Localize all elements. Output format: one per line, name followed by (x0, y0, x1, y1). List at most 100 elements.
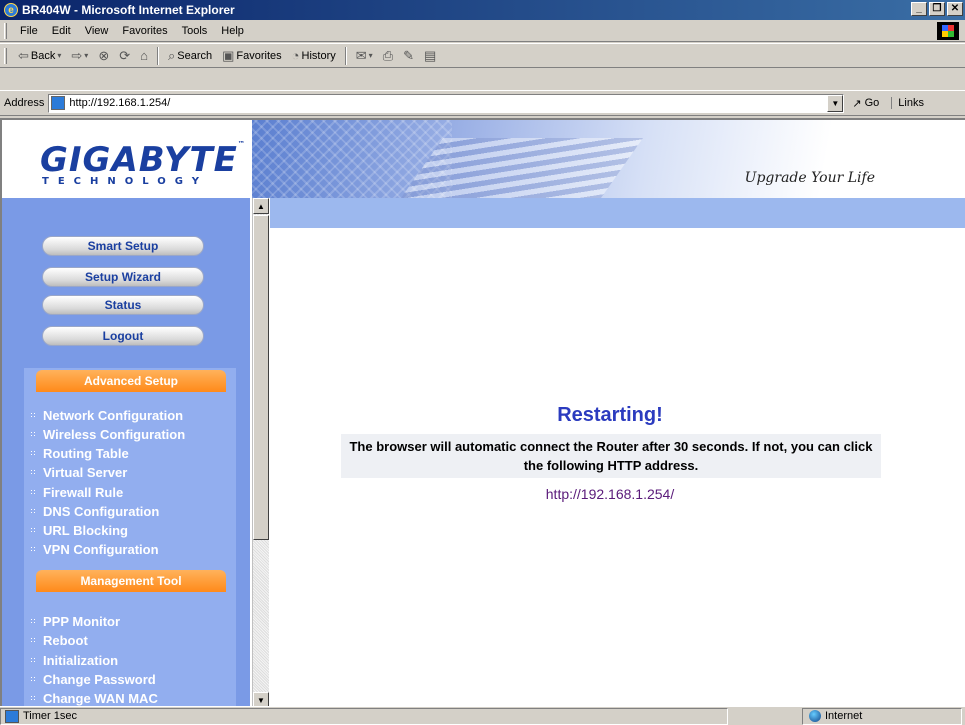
menu-tools[interactable]: Tools (175, 25, 215, 37)
bullet-icon (30, 676, 37, 683)
page-icon (5, 709, 19, 723)
home-button[interactable]: ⌂ (135, 48, 153, 63)
back-arrow-icon: ⇦ (18, 47, 29, 63)
address-dropdown-button[interactable]: ▼ (827, 94, 844, 112)
address-label: Address (4, 97, 45, 109)
menu-help[interactable]: Help (214, 25, 251, 37)
scroll-thumb[interactable] (253, 215, 269, 540)
smart-setup-button[interactable]: Smart Setup (42, 236, 204, 256)
status-button[interactable]: Status (42, 295, 204, 315)
address-input[interactable]: http://192.168.1.254/ ▼ (48, 93, 845, 113)
sidebar-item-vpn-configuration[interactable]: VPN Configuration (30, 540, 159, 559)
main-content: Restarting! The browser will automatic c… (270, 228, 965, 706)
search-icon: ⌕ (167, 47, 176, 63)
minimize-button[interactable]: _ (911, 2, 927, 16)
status-text: Timer 1sec (23, 710, 77, 722)
search-button[interactable]: ⌕ Search (163, 48, 217, 64)
browser-viewport: GIGABYTE™ TECHNOLOGY Upgrade Your Life S… (0, 118, 965, 706)
back-button[interactable]: ⇦ Back ▾ (13, 48, 66, 64)
window-title: BR404W - Microsoft Internet Explorer (22, 3, 235, 17)
sidebar-scrollbar[interactable]: ▲ ▼ (252, 198, 269, 706)
scroll-up-button[interactable]: ▲ (253, 198, 269, 214)
mail-button[interactable]: ✉ ▾ (351, 48, 378, 64)
edit-button[interactable]: ✎ (398, 48, 419, 64)
scroll-down-button[interactable]: ▼ (253, 692, 269, 706)
dropdown-arrow-icon: ▾ (368, 51, 373, 60)
sidebar-item-ppp-monitor[interactable]: PPP Monitor (30, 612, 120, 631)
window-title-bar: e BR404W - Microsoft Internet Explorer _… (0, 0, 965, 20)
sidebar-item-routing-table[interactable]: Routing Table (30, 444, 129, 463)
bullet-icon (30, 527, 37, 534)
back-label: Back (30, 49, 56, 62)
discuss-button[interactable]: ▤ (419, 48, 441, 64)
sidebar-item-initialization[interactable]: Initialization (30, 651, 118, 670)
bullet-icon (30, 695, 37, 702)
toolbar-separator (344, 46, 347, 65)
favorites-button[interactable]: ▣ Favorites (217, 48, 287, 64)
sidebar-item-network-configuration[interactable]: Network Configuration (30, 406, 183, 425)
sidebar-item-change-wan-mac[interactable]: Change WAN MAC (30, 689, 158, 706)
address-bar: Address http://192.168.1.254/ ▼ ↗ Go Lin… (0, 90, 965, 116)
history-label: History (301, 49, 336, 62)
router-address-link[interactable]: http://192.168.1.254/ (270, 486, 950, 502)
go-label: Go (864, 97, 880, 109)
stop-button[interactable]: ⊗ (93, 48, 114, 64)
setup-wizard-button[interactable]: Setup Wizard (42, 267, 204, 287)
menu-favorites[interactable]: Favorites (115, 25, 174, 37)
content-header-band (270, 198, 965, 228)
toolbar-separator (156, 46, 159, 65)
sidebar-frame: Smart Setup Setup Wizard Status Logout A… (2, 198, 250, 706)
refresh-button[interactable]: ⟳ (114, 48, 135, 64)
menu-edit[interactable]: Edit (45, 25, 78, 37)
favorites-label: Favorites (236, 49, 282, 62)
internet-explorer-icon: e (4, 3, 18, 17)
bullet-icon (30, 412, 37, 419)
refresh-icon: ⟳ (119, 47, 131, 63)
internet-globe-icon (809, 710, 821, 722)
menu-view[interactable]: View (78, 25, 116, 37)
links-button[interactable]: Links (891, 97, 924, 109)
bullet-icon (30, 508, 37, 515)
sidebar-item-dns-configuration[interactable]: DNS Configuration (30, 502, 159, 521)
favorites-icon: ▣ (222, 47, 235, 63)
forward-button[interactable]: ⇨ ▾ (66, 48, 93, 64)
toolbar-grip[interactable] (4, 47, 7, 64)
forward-arrow-icon: ⇨ (71, 47, 83, 63)
banner-image: Upgrade Your Life (252, 120, 965, 198)
window-controls: _ ❐ ✕ (911, 2, 963, 16)
bullet-icon (30, 489, 37, 496)
menu-file[interactable]: File (13, 25, 45, 37)
toolbar-grip[interactable] (4, 22, 7, 39)
standard-toolbar: ⇦ Back ▾ ⇨ ▾ ⊗ ⟳ ⌂ ⌕ Search ▣ Favorites … (0, 43, 965, 68)
logo-area: GIGABYTE™ TECHNOLOGY (2, 120, 252, 198)
logout-button[interactable]: Logout (42, 326, 204, 346)
close-button[interactable]: ✕ (947, 2, 963, 16)
bullet-icon (30, 546, 37, 553)
security-zone: Internet (802, 707, 962, 725)
bullet-icon (30, 618, 37, 625)
go-arrow-icon: ↗ (852, 97, 862, 110)
search-label: Search (177, 49, 213, 62)
edit-icon: ✎ (403, 47, 414, 63)
sidebar-item-change-password[interactable]: Change Password (30, 670, 156, 689)
sidebar-item-reboot[interactable]: Reboot (30, 631, 88, 650)
bullet-icon (30, 431, 37, 438)
gigabyte-logo-sub: TECHNOLOGY (42, 176, 208, 187)
home-icon: ⌂ (140, 48, 148, 63)
sidebar-item-wireless-configuration[interactable]: Wireless Configuration (30, 425, 185, 444)
bullet-icon (30, 469, 37, 476)
history-button[interactable]: ◔ History (287, 48, 341, 63)
sidebar-item-firewall-rule[interactable]: Firewall Rule (30, 483, 123, 502)
zone-label: Internet (825, 710, 863, 722)
windows-logo-icon (937, 22, 959, 40)
gigabyte-logo: GIGABYTE™ (40, 140, 246, 180)
go-button[interactable]: ↗ Go (852, 97, 879, 110)
sidebar-item-url-blocking[interactable]: URL Blocking (30, 521, 128, 540)
print-button[interactable]: ⎙ (378, 48, 398, 64)
advanced-setup-header: Advanced Setup (36, 370, 226, 392)
sidebar-item-virtual-server[interactable]: Virtual Server (30, 463, 127, 482)
restart-message: The browser will automatic connect the R… (341, 434, 881, 478)
management-tool-header: Management Tool (36, 570, 226, 592)
bullet-icon (30, 657, 37, 664)
restore-button[interactable]: ❐ (929, 2, 945, 16)
